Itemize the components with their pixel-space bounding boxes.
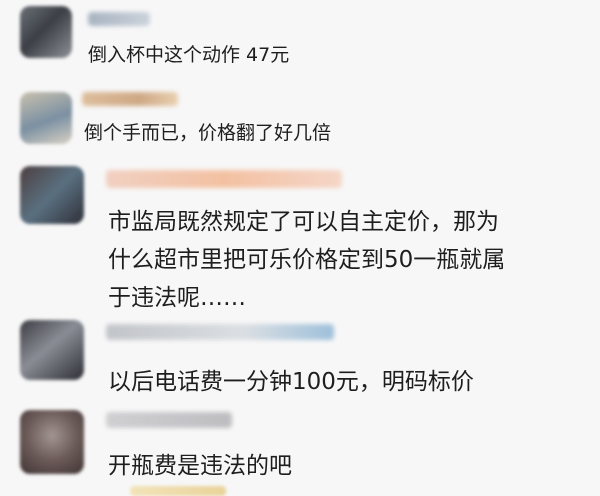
comment-item: 开瓶费是违法的吧: [0, 402, 600, 494]
comment-text-line: 于违法呢……: [108, 285, 246, 311]
comment-text: 倒入杯中这个动作 47元: [88, 44, 290, 66]
comment-item: 倒入杯中这个动作 47元: [0, 0, 600, 80]
comment-item: 市监局既然规定了可以自主定价，那为 什么超市里把可乐价格定到50一瓶就属 于违法…: [0, 158, 600, 311]
comment-item: 倒个手而已，价格翻了好几倍: [0, 80, 600, 158]
comment-text: 倒个手而已，价格翻了好几倍: [84, 122, 332, 144]
avatar[interactable]: [20, 6, 72, 58]
avatar[interactable]: [20, 92, 72, 144]
username[interactable]: [88, 12, 150, 26]
comment-text-line: 什么超市里把可乐价格定到50一瓶就属: [108, 247, 506, 273]
avatar[interactable]: [20, 166, 84, 224]
avatar[interactable]: [20, 320, 84, 380]
username[interactable]: [106, 170, 342, 188]
username[interactable]: [106, 412, 232, 428]
username[interactable]: [106, 324, 334, 340]
username[interactable]: [82, 92, 178, 106]
comment-text-line: 市监局既然规定了可以自主定价，那为: [108, 209, 499, 235]
avatar[interactable]: [130, 486, 226, 496]
comment-text: 以后电话费一分钟100元，明码标价: [108, 369, 474, 395]
avatar[interactable]: [20, 410, 84, 474]
comment-text: 开瓶费是违法的吧: [108, 453, 292, 479]
comment-item: 以后电话费一分钟100元，明码标价: [0, 310, 600, 402]
